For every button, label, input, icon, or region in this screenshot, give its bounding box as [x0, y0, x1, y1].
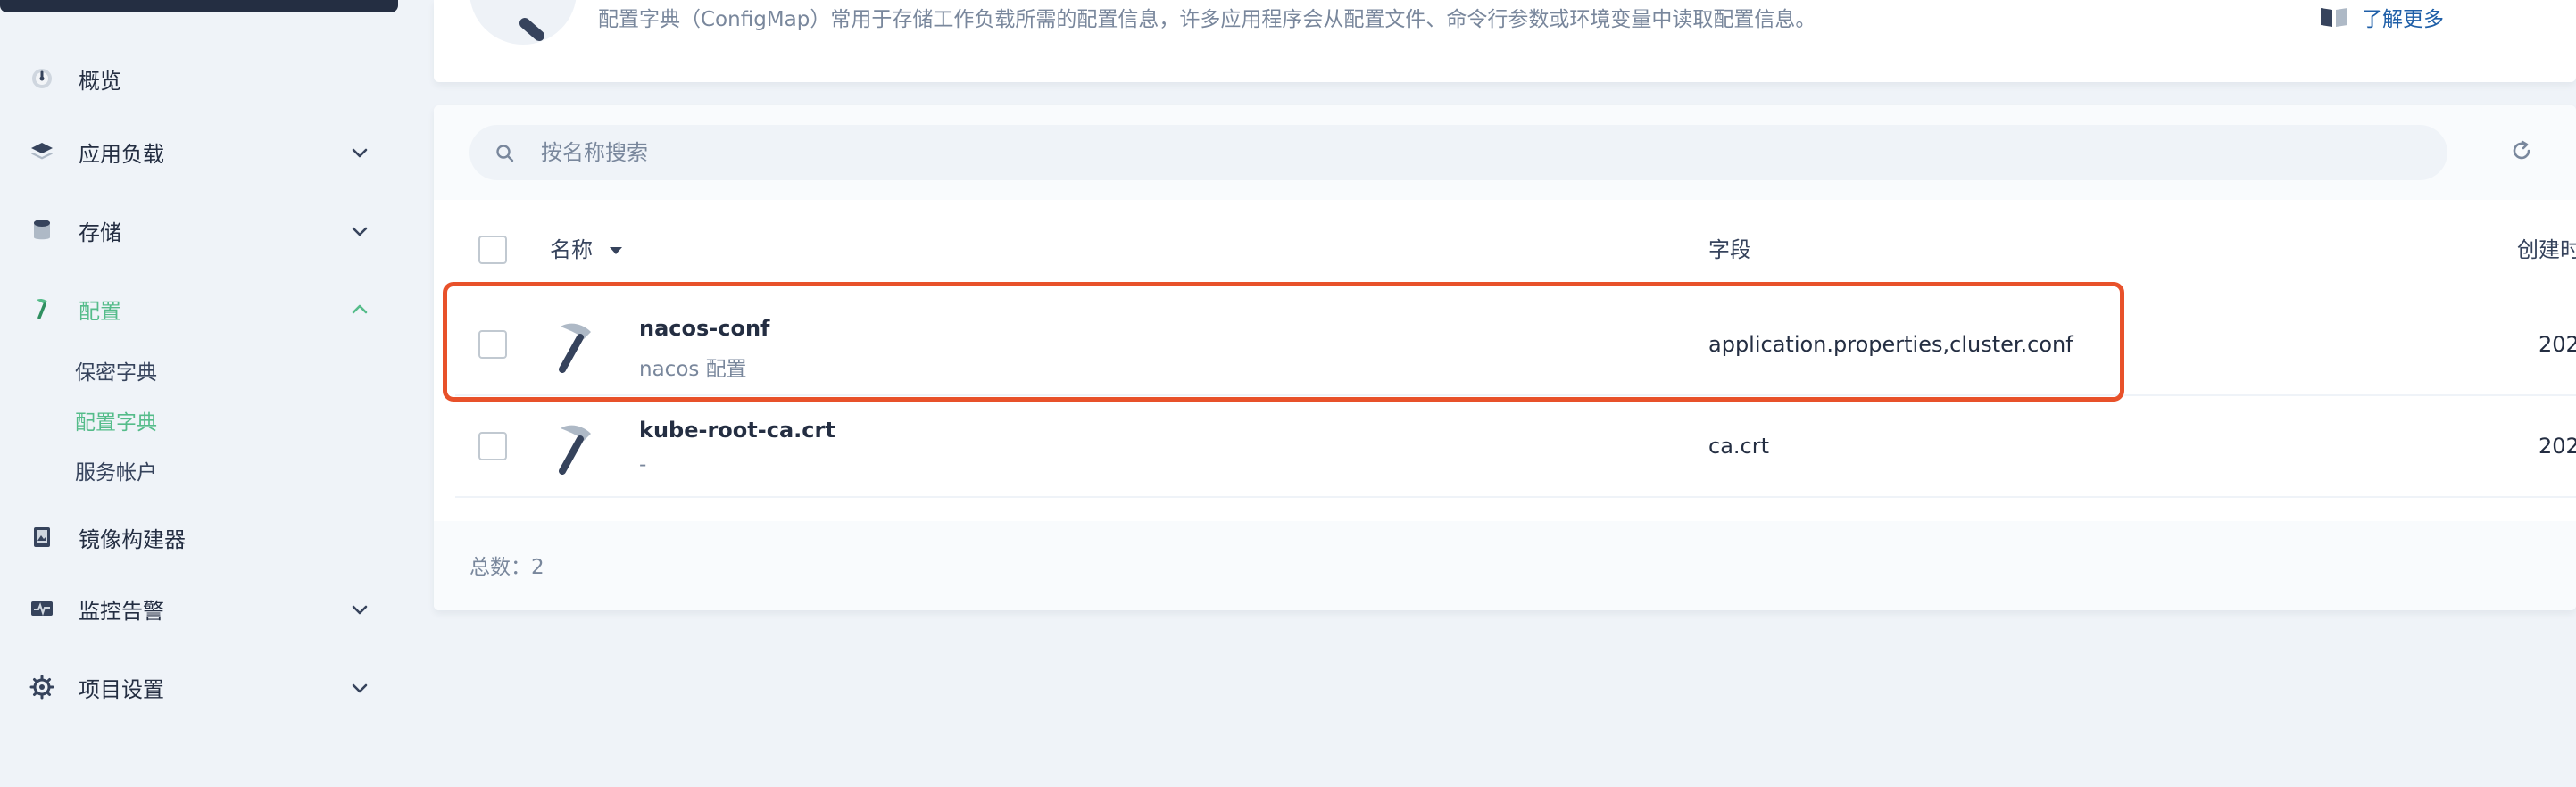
total-count: 总数：2	[469, 556, 544, 579]
search-icon	[496, 145, 514, 162]
row-checkbox[interactable]	[478, 330, 507, 359]
sidebar-item-label: 概览	[79, 68, 121, 94]
sidebar-item-label: 镜像构建器	[79, 526, 186, 552]
hammer-icon	[519, 18, 544, 41]
chevron-up-icon[interactable]	[350, 300, 370, 319]
layers-icon	[29, 138, 55, 165]
database-icon	[29, 217, 55, 244]
learn-more-link[interactable]: 了解更多	[2319, 2, 2444, 32]
sidebar-item-label: 监控告警	[79, 598, 164, 624]
gear-icon	[29, 674, 55, 700]
sidebar-subitem-service-accounts[interactable]: 服务帐户	[75, 455, 157, 485]
hammer-icon	[29, 295, 55, 322]
sidebar-item-monitoring[interactable]: 监控告警	[0, 582, 393, 635]
row-checkbox[interactable]	[478, 432, 507, 460]
configmap-description: nacos 配置	[639, 358, 747, 381]
hammer-icon	[559, 425, 591, 475]
configmap-fields: ca.crt	[1708, 434, 1770, 459]
table-row[interactable]: kube-root-ca.crt - ca.crt 2022-	[455, 396, 2576, 498]
hammer-icon	[559, 323, 591, 373]
configmap-fields: application.properties,cluster.conf	[1708, 332, 2073, 357]
sidebar-item-storage[interactable]: 存储	[0, 203, 393, 257]
sidebar-item-project-settings[interactable]: 项目设置	[0, 660, 393, 714]
column-header-name[interactable]: 名称	[550, 232, 625, 263]
refresh-icon[interactable]	[2508, 137, 2535, 164]
column-header-field: 字段	[1708, 237, 1751, 262]
page-description: 配置字典（ConfigMap）常用于存储工作负载所需的配置信息，许多应用程序会从…	[598, 8, 1816, 31]
sidebar: 概览 应用负载 存储 配置 保密字典 配置字典 服务帐户 镜像构建器 监控告警 …	[0, 0, 434, 787]
sidebar-item-label: 配置	[79, 298, 121, 324]
chevron-down-icon[interactable]	[350, 600, 370, 619]
sidebar-item-label: 项目设置	[79, 676, 164, 702]
sidebar-subitem-configmaps[interactable]: 配置字典	[75, 405, 157, 435]
page-header: 配置字典（ConfigMap）常用于存储工作负载所需的配置信息，许多应用程序会从…	[434, 0, 2576, 82]
sidebar-top-bar	[0, 0, 398, 12]
book-icon	[2321, 8, 2347, 27]
monitor-icon	[29, 595, 55, 622]
sidebar-item-label: 存储	[79, 220, 121, 245]
sidebar-item-config[interactable]: 配置	[0, 282, 393, 336]
image-builder-icon	[29, 524, 55, 551]
configmap-name[interactable]: nacos-conf	[639, 316, 769, 341]
search-input[interactable]	[541, 125, 2415, 180]
sidebar-item-workloads[interactable]: 应用负载	[0, 125, 393, 178]
chevron-down-icon[interactable]	[350, 143, 370, 162]
sidebar-item-image-builder[interactable]: 镜像构建器	[0, 510, 393, 564]
configmap-list: 名称 字段 创建时 nacos-conf nacos 配置 applicatio…	[434, 105, 2576, 610]
column-header-created: 创建时	[2517, 237, 2576, 262]
chevron-down-icon[interactable]	[350, 221, 370, 241]
learn-more-label: 了解更多	[2362, 8, 2444, 31]
configmap-name[interactable]: kube-root-ca.crt	[639, 418, 835, 443]
dashboard-icon	[29, 65, 55, 92]
search-box[interactable]	[469, 125, 2447, 180]
configmap-created-time: 2022-	[2539, 434, 2576, 459]
table-footer: 总数：2	[434, 521, 2576, 610]
sidebar-item-overview[interactable]: 概览	[0, 52, 393, 105]
toolbar	[434, 105, 2576, 200]
column-header-name-label: 名称	[550, 237, 593, 262]
configmap-logo	[469, 0, 577, 45]
configmap-description: -	[639, 453, 647, 476]
app-root: 概览 应用负载 存储 配置 保密字典 配置字典 服务帐户 镜像构建器 监控告警 …	[0, 0, 2576, 787]
sort-down-icon	[609, 247, 622, 254]
table-header: 名称 字段 创建时	[434, 200, 2576, 294]
configmap-created-time: 2022-	[2539, 332, 2576, 357]
chevron-down-icon[interactable]	[350, 678, 370, 698]
sidebar-subitem-secrets[interactable]: 保密字典	[75, 355, 157, 385]
table-row[interactable]: nacos-conf nacos 配置 application.properti…	[455, 294, 2576, 396]
sidebar-item-label: 应用负载	[79, 141, 164, 167]
select-all-checkbox[interactable]	[478, 236, 507, 264]
